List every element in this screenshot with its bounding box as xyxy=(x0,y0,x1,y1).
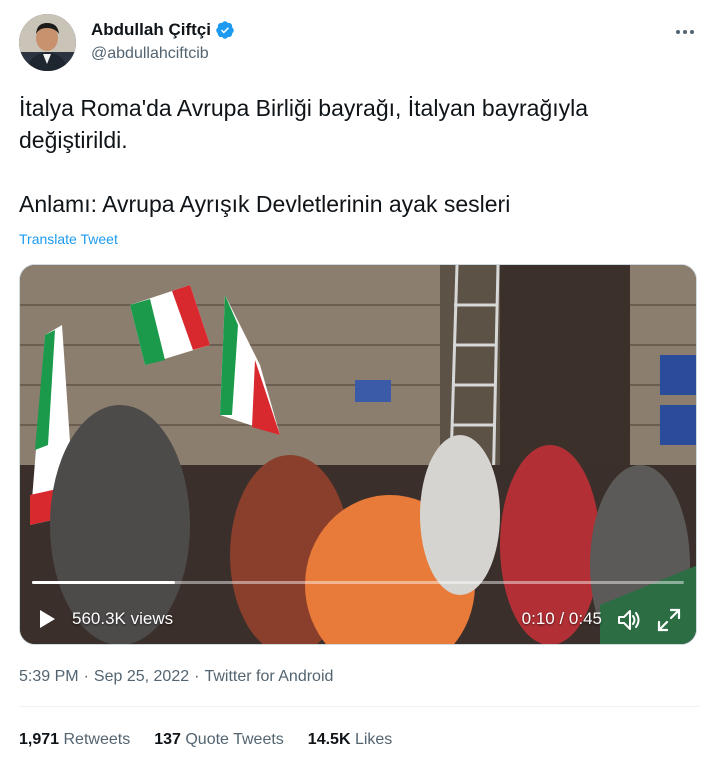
likes-count: 14.5K xyxy=(307,731,351,748)
meta-separator: · xyxy=(83,668,89,685)
author-name-row: Abdullah Çiftçi xyxy=(91,20,235,40)
likes-stat[interactable]: 14.5K Likes xyxy=(308,731,393,749)
play-button[interactable] xyxy=(34,607,58,631)
avatar[interactable] xyxy=(19,14,76,71)
video-frame xyxy=(20,265,696,644)
tweet-date[interactable]: Sep 25, 2022 xyxy=(94,668,189,686)
tweet-metadata: 5:39 PM · Sep 25, 2022 · Twitter for And… xyxy=(19,668,333,686)
view-count: 560.3K views xyxy=(72,609,174,628)
more-options-button[interactable] xyxy=(673,20,697,44)
profile-photo xyxy=(19,14,76,71)
retweets-stat[interactable]: 1,971 Retweets xyxy=(19,731,130,749)
tweet-client[interactable]: Twitter for Android xyxy=(204,668,333,686)
retweets-label: Retweets xyxy=(63,731,131,748)
quote-tweets-label: Quote Tweets xyxy=(185,731,284,748)
quote-tweets-stat[interactable]: 137 Quote Tweets xyxy=(154,731,284,749)
divider xyxy=(19,706,699,707)
tweet-text-line-1: İtalya Roma'da Avrupa Birliği bayrağı, İ… xyxy=(19,95,589,153)
more-horizontal-icon xyxy=(676,30,694,34)
tweet-text-line-2: Anlamı: Avrupa Ayrışık Devletlerinin aya… xyxy=(19,191,511,217)
volume-button[interactable] xyxy=(616,607,642,633)
fullscreen-button[interactable] xyxy=(656,607,682,633)
tweet-time[interactable]: 5:39 PM xyxy=(19,668,79,686)
tweet-header: Abdullah Çiftçi @abdullahciftcib xyxy=(19,14,699,72)
video-time: 0:10 / 0:45 xyxy=(521,609,602,628)
video-progress-fill xyxy=(32,581,176,584)
play-icon xyxy=(40,610,55,628)
video-progress-bar[interactable] xyxy=(32,581,684,584)
display-name[interactable]: Abdullah Çiftçi xyxy=(91,20,211,40)
tweet-text: İtalya Roma'da Avrupa Birliği bayrağı, İ… xyxy=(19,92,699,220)
meta-separator: · xyxy=(194,668,200,685)
retweets-count: 1,971 xyxy=(19,731,60,748)
volume-icon xyxy=(618,610,640,630)
author-handle[interactable]: @abdullahciftcib xyxy=(91,45,209,63)
fullscreen-icon xyxy=(657,608,681,632)
verified-badge-icon xyxy=(216,21,234,39)
quote-tweets-count: 137 xyxy=(154,731,181,748)
tweet-stats: 1,971 Retweets 137 Quote Tweets 14.5K Li… xyxy=(19,731,392,749)
translate-tweet-link[interactable]: Translate Tweet xyxy=(19,231,118,247)
video-player[interactable]: 560.3K views 0:10 / 0:45 xyxy=(19,264,697,645)
likes-label: Likes xyxy=(354,731,393,748)
